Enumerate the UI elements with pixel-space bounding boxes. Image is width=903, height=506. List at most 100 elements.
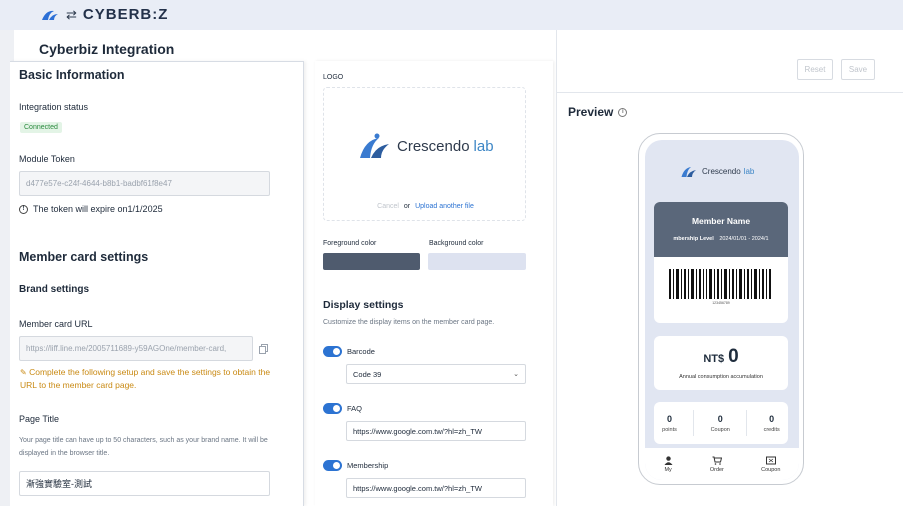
crescendo-lab-word: lab bbox=[473, 137, 494, 155]
or-text: or bbox=[403, 203, 411, 210]
amount-value: 0 bbox=[728, 346, 739, 367]
tab-my-label: My bbox=[664, 466, 672, 473]
credits-label: credits bbox=[763, 426, 780, 433]
member-name: Member Name bbox=[691, 216, 751, 226]
crescendo-logo: Crescendo lab bbox=[357, 132, 494, 160]
page-title-label: Page Title bbox=[19, 414, 60, 424]
upload-another-link[interactable]: Upload another file bbox=[415, 203, 474, 210]
token-expiry-note: ! The token will expire on1/1/2025 bbox=[19, 204, 163, 214]
logo-label: LOGO bbox=[323, 74, 344, 81]
chevron-down-icon: ⌄ bbox=[513, 371, 519, 378]
pencil-icon: ✎ bbox=[20, 368, 27, 377]
stat-divider bbox=[746, 410, 748, 436]
background-color-label: Background color bbox=[429, 240, 484, 247]
stat-divider bbox=[693, 410, 695, 436]
page-title-help: Your page title can have up to 50 charac… bbox=[19, 437, 268, 457]
preview-brand-lab: lab bbox=[743, 166, 755, 176]
coupon-label: Coupon bbox=[710, 426, 730, 433]
phone-screen: Crescendo lab Member Name mbership Level… bbox=[645, 140, 799, 480]
currency-label: NT$ bbox=[703, 353, 725, 365]
preview-info-icon[interactable]: i bbox=[618, 107, 628, 117]
logo-display-panel: LOGO Crescendo lab Cancel or Upload anot… bbox=[315, 61, 553, 506]
membership-level: mbership Level bbox=[673, 236, 714, 242]
tab-order-label: Order bbox=[709, 466, 724, 473]
member-card: Member Name mbership Level 2024/01/01 - … bbox=[654, 202, 788, 323]
integration-status-label: Integration status bbox=[19, 102, 89, 112]
coupon-stat[interactable]: 0 Coupon bbox=[711, 414, 730, 433]
tab-coupon-label: Coupon bbox=[761, 466, 781, 473]
brand-name: CYBERB:Z bbox=[82, 6, 169, 23]
page-title: Cyberbiz Integration bbox=[39, 41, 175, 57]
url-warning-text: Complete the following setup and save th… bbox=[20, 367, 271, 390]
barcode-label: Barcode bbox=[347, 347, 375, 356]
basic-info-panel: Basic Information Integration status Con… bbox=[10, 61, 304, 506]
foreground-color-swatch[interactable] bbox=[323, 253, 420, 270]
faq-url-input[interactable]: https://www.google.com.tw/?hl=zh_TW bbox=[346, 421, 526, 441]
barcode-number: 123456789 bbox=[712, 301, 730, 305]
page-title-input[interactable]: 漸強實驗室-測試 bbox=[19, 471, 270, 496]
preview-crescendo-icon bbox=[681, 167, 696, 177]
swap-arrows-icon: ⇄ bbox=[66, 6, 77, 22]
membership-url-input[interactable]: https://www.google.com.tw/?hl=zh_TW bbox=[346, 478, 526, 498]
cancel-link[interactable]: Cancel bbox=[377, 203, 399, 210]
module-token-field[interactable]: d477e57e-c24f-4644-b8b1-badbf61f8e47 bbox=[19, 171, 270, 196]
phone-tab-bar: My Order Coupon bbox=[645, 448, 799, 480]
tab-order[interactable]: Order bbox=[710, 456, 724, 473]
logo-upload-box[interactable]: Crescendo lab Cancel or Upload another f… bbox=[323, 87, 526, 221]
faq-label: FAQ bbox=[347, 404, 363, 413]
phone-frame: Crescendo lab Member Name mbership Level… bbox=[638, 133, 804, 485]
info-icon: ! bbox=[19, 204, 28, 214]
points-label: points bbox=[662, 426, 677, 433]
stats-card: 0 points 0 Coupon 0 credits bbox=[654, 402, 788, 444]
amount-caption: Annual consumption accumulation bbox=[679, 374, 763, 380]
member-card-heading: Member card settings bbox=[19, 250, 149, 264]
display-settings-subtitle: Customize the display items on the membe… bbox=[323, 319, 495, 326]
crescendo-mark-icon bbox=[360, 133, 389, 158]
barcode-image bbox=[669, 269, 771, 299]
credits-value: 0 bbox=[769, 413, 775, 424]
preview-brand-logo: Crescendo lab bbox=[679, 164, 754, 178]
cyberbiz-logo: ⇄ CYBERB:Z bbox=[40, 6, 168, 23]
preview-panel: Reset Save Preview i Crescendo lab Membe… bbox=[556, 30, 903, 506]
cart-icon bbox=[712, 456, 722, 465]
save-button[interactable]: Save bbox=[841, 59, 875, 80]
member-card-header: Member Name mbership Level 2024/01/01 - … bbox=[654, 202, 788, 257]
user-icon bbox=[664, 455, 673, 465]
points-value: 0 bbox=[667, 413, 673, 424]
brand-settings-heading: Brand settings bbox=[19, 284, 90, 295]
ticket-icon bbox=[765, 456, 776, 464]
membership-label: Membership bbox=[347, 461, 389, 470]
coupon-value: 0 bbox=[717, 413, 723, 424]
membership-level-row: mbership Level 2024/01/01 - 2024/1 bbox=[654, 236, 788, 242]
reset-button[interactable]: Reset bbox=[797, 59, 833, 80]
tab-my[interactable]: My bbox=[664, 455, 673, 473]
module-token-label: Module Token bbox=[19, 154, 75, 164]
preview-header: Preview i bbox=[568, 105, 628, 119]
tab-coupon[interactable]: Coupon bbox=[761, 456, 780, 473]
membership-period: 2024/01/01 - 2024/1 bbox=[719, 236, 769, 242]
url-warning: ✎ Complete the following setup and save … bbox=[20, 366, 280, 392]
member-card-url-label: Member card URL bbox=[19, 319, 93, 329]
barcode-toggle[interactable] bbox=[323, 346, 342, 357]
credits-stat[interactable]: 0 credits bbox=[764, 414, 780, 433]
member-card-url-field[interactable]: https://liff.line.me/2005711689-y59AGOne… bbox=[19, 336, 253, 361]
top-bar: ⇄ CYBERB:Z bbox=[0, 0, 903, 30]
consumption-card: NT$ 0 Annual consumption accumulation bbox=[654, 336, 788, 390]
points-stat[interactable]: 0 points bbox=[662, 414, 677, 433]
membership-toggle[interactable] bbox=[323, 460, 342, 471]
preview-brand-word: Crescendo bbox=[702, 166, 741, 176]
preview-title: Preview bbox=[568, 105, 614, 119]
status-badge: Connected bbox=[20, 122, 62, 133]
barcode-select[interactable]: Code 39 ⌄ bbox=[346, 364, 526, 384]
divider bbox=[557, 92, 903, 93]
background-color-swatch[interactable] bbox=[428, 253, 526, 270]
copy-icon[interactable] bbox=[259, 344, 268, 354]
consumption-amount: NT$ 0 bbox=[654, 346, 788, 368]
basic-info-heading: Basic Information bbox=[19, 68, 125, 82]
crescendo-word: Crescendo bbox=[397, 137, 470, 155]
cyberbiz-mark-icon bbox=[42, 10, 58, 20]
foreground-color-label: Foreground color bbox=[323, 240, 377, 247]
faq-toggle[interactable] bbox=[323, 403, 342, 414]
barcode-select-value: Code 39 bbox=[353, 369, 382, 379]
token-expiry-text: The token will expire on1/1/2025 bbox=[33, 204, 163, 214]
